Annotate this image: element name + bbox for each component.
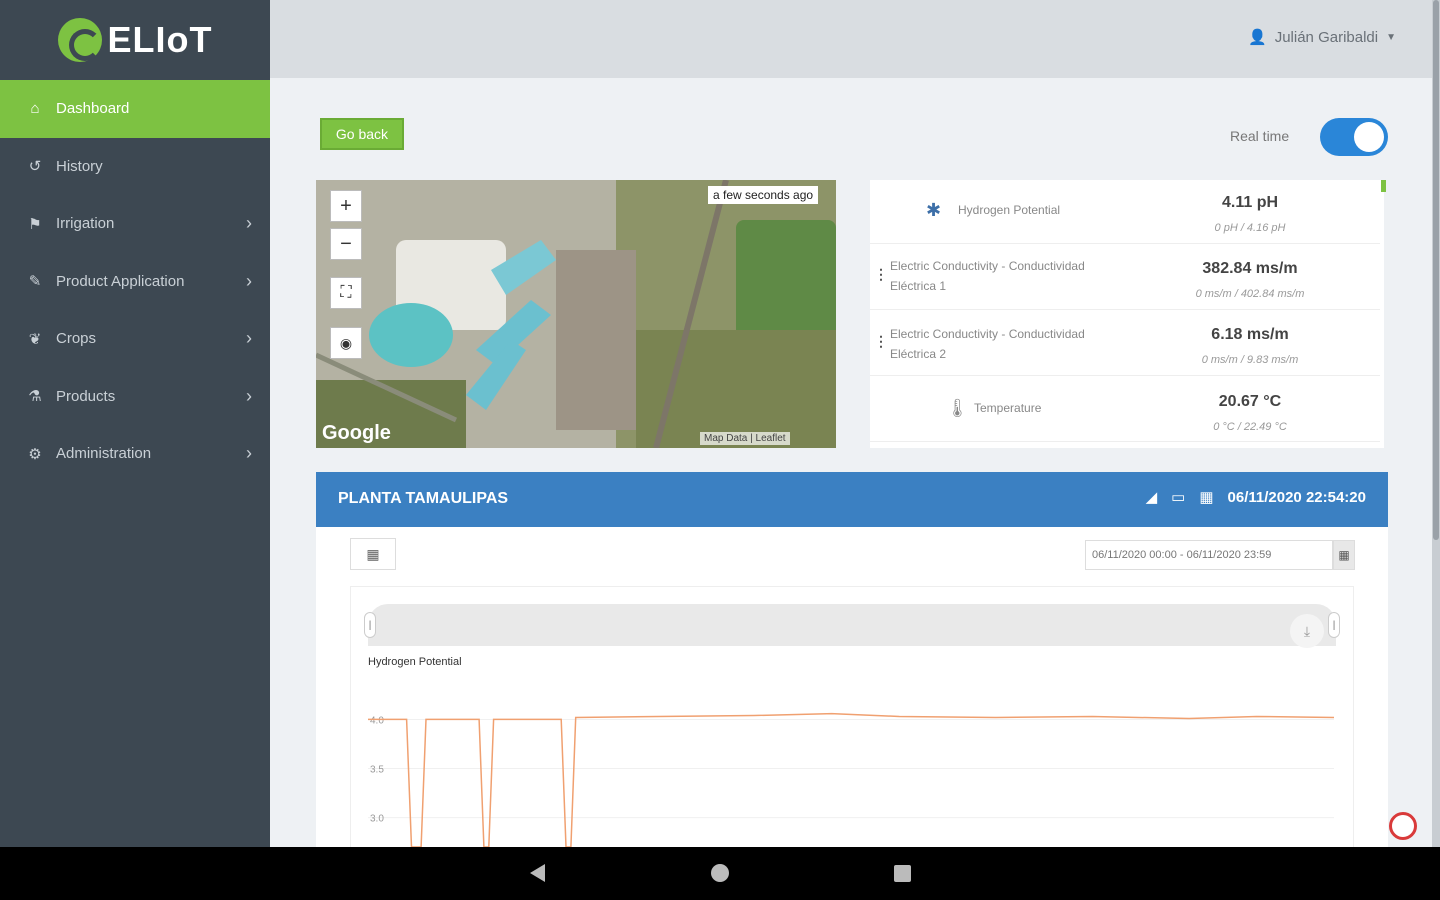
- sidebar-item-administration[interactable]: ⚙ Administration ›: [0, 425, 270, 483]
- sidebar-item-history[interactable]: ↺ History: [0, 138, 270, 196]
- sensor-name: Hydrogen Potential: [958, 203, 1061, 217]
- y-tick-label: 3.0: [370, 814, 384, 825]
- signal-icon: ◢: [1145, 489, 1158, 506]
- date-picker-button[interactable]: ▦: [1333, 540, 1355, 570]
- sensor-value: 382.84 ms/m: [1202, 260, 1298, 277]
- sidebar-item-label: Administration: [56, 445, 152, 463]
- y-tick-label: 3.5: [370, 765, 384, 776]
- series-line[interactable]: [368, 712, 1335, 847]
- navigator-left-handle[interactable]: |: [364, 612, 376, 638]
- sensor-range: 0 pH / 4.16 pH: [1214, 222, 1286, 234]
- realtime-label: Real time: [1230, 128, 1290, 144]
- logo-text: ELIoT: [107, 19, 213, 60]
- thermometer-icon: 🌡: [946, 398, 969, 418]
- flask-icon: ⚗: [28, 388, 42, 406]
- chevron-right-icon: ›: [246, 213, 252, 234]
- zoom-out-button[interactable]: −: [330, 228, 362, 260]
- logo-mark-icon: [57, 18, 102, 62]
- calendar-icon: ▦: [1199, 489, 1214, 506]
- fullscreen-button[interactable]: ⛶: [330, 277, 362, 309]
- home-icon: ⌂: [30, 100, 40, 118]
- zoom-in-button[interactable]: +: [330, 190, 362, 222]
- sensor-row[interactable]: ✱ Hydrogen Potential: [870, 180, 1380, 244]
- toggle-knob: [1354, 122, 1384, 152]
- panel-header: PLANTA TAMAULIPAS ◢ ▭ ▦ 06/11/2020 22:54…: [316, 472, 1388, 527]
- user-name: Julián Garibaldi: [1274, 28, 1379, 46]
- user-menu[interactable]: 👤 Julián Garibaldi ▼: [1248, 28, 1396, 47]
- sensor-value: 6.18 ms/m: [1211, 326, 1289, 343]
- go-back-button[interactable]: Go back: [320, 118, 404, 150]
- sidebar-item-crops[interactable]: ❦ Crops ›: [0, 310, 270, 368]
- kebab-icon[interactable]: ⋮: [874, 266, 888, 283]
- chevron-right-icon: ›: [246, 443, 252, 464]
- sensor-name: Electric Conductivity - Conductividad El…: [890, 327, 1085, 361]
- sidebar-item-irrigation[interactable]: ⚑ Irrigation ›: [0, 195, 270, 253]
- device-icon[interactable]: ▭: [1171, 488, 1185, 506]
- date-range-input[interactable]: 06/11/2020 00:00 - 06/11/2020 23:59: [1085, 540, 1333, 570]
- flag-icon: ⚑: [28, 215, 42, 233]
- grid-icon: ▦: [366, 545, 380, 562]
- map[interactable]: [316, 180, 836, 448]
- series-label: Hydrogen Potential: [368, 656, 462, 668]
- logo[interactable]: ELIoT: [0, 0, 270, 80]
- map-credit[interactable]: Map Data | Leaflet: [700, 432, 790, 445]
- topbar: 👤 Julián Garibaldi ▼: [270, 0, 1432, 78]
- panel-header-icons: ◢ ▭ ▦ 06/11/2020 22:54:20: [1145, 488, 1366, 507]
- recent-apps-icon[interactable]: [894, 865, 911, 882]
- sensor-value: 4.11 pH: [1221, 194, 1279, 211]
- calendar-icon: ▦: [1338, 548, 1350, 562]
- table-view-button[interactable]: ▦: [350, 538, 396, 570]
- gear-icon: ⚙: [28, 445, 42, 463]
- kebab-icon[interactable]: ⋮: [874, 333, 888, 350]
- chevron-right-icon: ›: [246, 385, 252, 406]
- chart-navigator[interactable]: [368, 604, 1336, 646]
- download-button[interactable]: ⤓: [1290, 614, 1324, 648]
- navigator-right-handle[interactable]: |: [1328, 612, 1340, 638]
- user-icon: 👤: [1248, 29, 1267, 46]
- sensor-row[interactable]: Electric Conductivity - Conductividad El…: [870, 246, 1380, 310]
- snowflake-icon: ✱: [926, 200, 942, 220]
- sidebar-item-label: Irrigation: [56, 215, 115, 233]
- download-icon: ⤓: [1303, 622, 1311, 639]
- sidebar-item-product-application[interactable]: ✎ Product Application ›: [0, 253, 270, 311]
- scrollbar-thumb[interactable]: [1433, 0, 1439, 540]
- line-chart: 4.0 3.5 3.0: [368, 712, 1335, 847]
- satellite-imagery: [316, 180, 836, 448]
- sidebar-item-label: Crops: [56, 330, 97, 348]
- chevron-right-icon: ›: [246, 270, 252, 291]
- sensor-name: Electric Conductivity - Conductividad El…: [890, 259, 1085, 293]
- panel-title: PLANTA TAMAULIPAS: [338, 490, 509, 507]
- sidebar: ELIoT ⌂ Dashboard ↺ History ⚑ Irrigation › ✎ Pro…: [0, 0, 270, 847]
- home-icon[interactable]: [711, 864, 729, 882]
- sidebar-item-label: History: [56, 157, 103, 175]
- sidebar-item-label: Dashboard: [56, 100, 130, 118]
- sidebar-nav: ⌂ Dashboard ↺ History ⚑ Irrigation › ✎ Product A…: [0, 80, 270, 483]
- google-logo: Google: [322, 422, 391, 444]
- back-icon[interactable]: [530, 864, 545, 882]
- history-icon: ↺: [28, 158, 42, 176]
- caret-down-icon: ▼: [1386, 31, 1396, 43]
- sidebar-item-dashboard[interactable]: ⌂ Dashboard: [0, 80, 270, 138]
- sensor-range: 0 ms/m / 402.84 ms/m: [1195, 288, 1305, 300]
- locate-button[interactable]: ◉: [330, 327, 362, 359]
- map-timestamp: a few seconds ago: [708, 186, 819, 204]
- realtime-toggle[interactable]: [1320, 118, 1388, 156]
- sidebar-item-products[interactable]: ⚗ Products ›: [0, 368, 270, 426]
- sensor-name: Temperature: [974, 401, 1042, 415]
- panel-timestamp: 06/11/2020 22:54:20: [1227, 488, 1366, 506]
- sensor-range: 0 ms/m / 9.83 ms/m: [1201, 354, 1299, 366]
- sensor-row[interactable]: Electric Conductivity - Conductividad El…: [870, 312, 1380, 376]
- sensor-value: 20.67 °C: [1218, 393, 1282, 410]
- spray-icon: ✎: [28, 273, 42, 291]
- help-icon[interactable]: [1389, 812, 1417, 840]
- leaf-icon: ❦: [28, 330, 42, 348]
- status-indicator: [1381, 180, 1386, 192]
- sensor-range: 0 °C / 22.49 °C: [1213, 421, 1287, 433]
- chevron-right-icon: ›: [246, 328, 252, 349]
- sidebar-item-label: Products: [56, 387, 116, 405]
- sidebar-item-label: Product Application: [56, 272, 185, 290]
- y-tick-label: 4.0: [370, 715, 384, 726]
